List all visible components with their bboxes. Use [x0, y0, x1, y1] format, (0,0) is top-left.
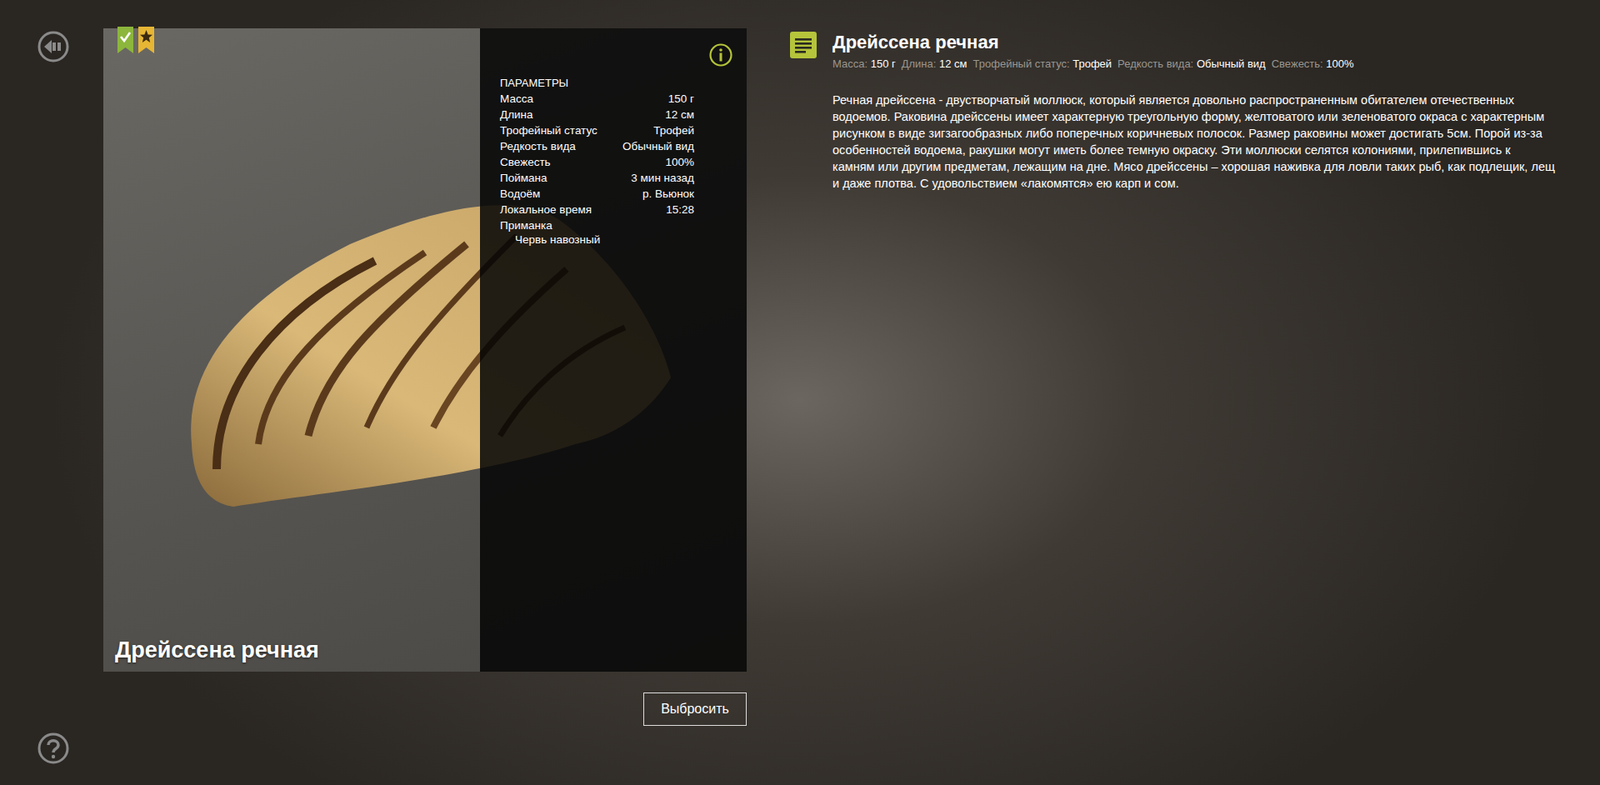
param-row: Свежесть 100%	[500, 154, 695, 170]
bait-label: Приманка	[500, 217, 695, 234]
catch-screen: Дрейссена речная ПАРАМЕТРЫ Масса 150 гДл…	[0, 0, 1600, 785]
param-label: Поймана	[500, 170, 548, 186]
param-row: Длина 12 см	[500, 106, 695, 123]
params-panel: ПАРАМЕТРЫ Масса 150 гДлина 12 смТрофейны…	[480, 28, 747, 672]
param-label: Длина	[500, 106, 534, 123]
stat: Редкость вида: Обычный вид	[1117, 57, 1266, 70]
back-icon[interactable]	[36, 30, 70, 64]
card-title: Дрейссена речная	[115, 637, 320, 664]
stat: Масса: 150 г	[832, 57, 896, 70]
badges	[117, 26, 155, 54]
param-label: Масса	[500, 90, 534, 107]
param-value: Обычный вид	[622, 138, 695, 155]
info-text: Дрейссена речная Масса: 150 г Длина: 12 с…	[832, 31, 1556, 192]
param-row: Редкость вида Обычный вид	[500, 138, 695, 155]
param-value: Трофей	[653, 122, 695, 139]
info-icon[interactable]	[708, 42, 734, 68]
stat: Трофейный статус: Трофей	[973, 57, 1113, 70]
param-row: Трофейный статус Трофей	[500, 122, 695, 139]
stats-line: Масса: 150 г Длина: 12 см Трофейный статус…	[832, 57, 1556, 70]
catch-column: Дрейссена речная ПАРАМЕТРЫ Масса 150 гДл…	[103, 0, 747, 785]
button-row: Выбросить	[103, 692, 747, 726]
param-row: Поймана 3 мин назад	[500, 170, 695, 186]
param-label: Локальное время	[500, 201, 592, 218]
param-value: 15:28	[665, 201, 695, 218]
check-badge-icon	[117, 26, 134, 54]
param-value: 3 мин назад	[630, 170, 695, 186]
param-value: 150 г	[668, 90, 695, 107]
param-label: Свежесть	[500, 154, 551, 170]
param-label: Трофейный статус	[500, 122, 598, 139]
param-value: 100%	[665, 154, 695, 170]
note-icon	[790, 31, 817, 59]
info-section: Дрейссена речная Масса: 150 г Длина: 12 с…	[790, 0, 1556, 785]
star-badge-icon	[138, 26, 155, 54]
param-label: Редкость вида	[500, 138, 576, 155]
param-value: р. Вьюнок	[642, 185, 695, 202]
param-row: Масса 150 г	[500, 90, 695, 107]
stat: Длина: 12 см	[901, 57, 968, 70]
help-icon[interactable]	[36, 731, 70, 765]
params-title: ПАРАМЕТРЫ	[500, 75, 569, 91]
param-label: Водоём	[500, 185, 540, 202]
param-row: Водоём р. Вьюнок	[500, 185, 695, 202]
param-row: Локальное время 15:28	[500, 201, 695, 218]
bait-item: Червь навозный	[500, 233, 695, 247]
description: Речная дрейссена - двустворчатый моллюск…	[832, 91, 1556, 192]
catch-card: Дрейссена речная ПАРАМЕТРЫ Масса 150 гДл…	[103, 28, 747, 672]
discard-button[interactable]: Выбросить	[643, 692, 747, 726]
side-rail	[0, 0, 104, 785]
param-value: 12 см	[665, 106, 695, 123]
stat: Свежесть: 100%	[1271, 57, 1355, 70]
info-title: Дрейссена речная	[832, 31, 1556, 54]
